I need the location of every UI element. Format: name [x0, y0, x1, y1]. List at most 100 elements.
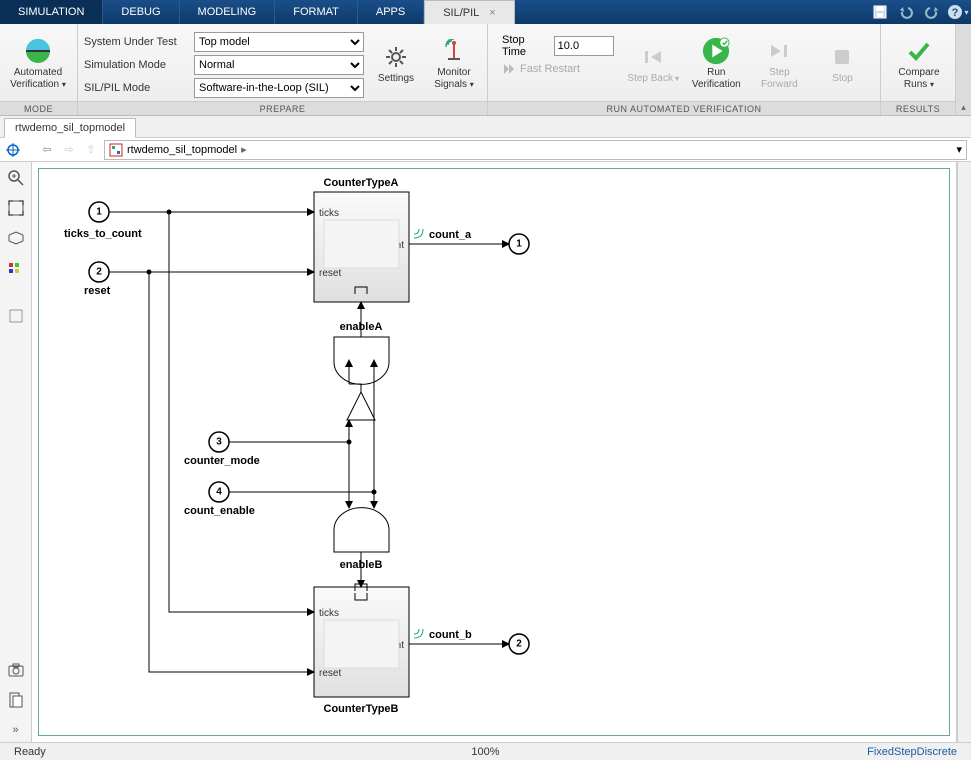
- svg-text:count_a: count_a: [429, 229, 472, 241]
- mode-group-label: MODE: [0, 101, 77, 115]
- inport-3[interactable]: 3 counter_mode: [184, 432, 260, 467]
- close-icon[interactable]: ×: [489, 7, 495, 19]
- antenna-icon: [440, 37, 468, 65]
- tab-apps[interactable]: APPS: [358, 0, 424, 24]
- toolstrip: AutomatedVerification ▾ MODE System Unde…: [0, 24, 971, 116]
- svg-text:CounterTypeB: CounterTypeB: [324, 703, 399, 715]
- main-area: » CounterTypeA ticks reset: [0, 162, 971, 742]
- report-icon[interactable]: [4, 688, 28, 712]
- simmode-label: Simulation Mode: [84, 59, 194, 71]
- svg-text:2: 2: [516, 639, 522, 650]
- block-not[interactable]: [347, 392, 375, 420]
- svg-text:count_b: count_b: [429, 629, 472, 641]
- monitor-signals-label: MonitorSignals ▾: [434, 67, 474, 91]
- nav-forward-icon[interactable]: ⇨: [60, 141, 78, 159]
- model-browser-icon[interactable]: [4, 141, 22, 159]
- status-zoom[interactable]: 100%: [463, 746, 507, 758]
- toolstrip-collapse[interactable]: ▴: [955, 24, 971, 115]
- block-counter-type-b[interactable]: CounterTypeB ticks reset count: [314, 584, 409, 715]
- breadcrumb-model: rtwdemo_sil_topmodel: [127, 144, 237, 156]
- stop-label: Stop: [832, 73, 853, 85]
- svg-text:count_enable: count_enable: [184, 505, 255, 517]
- fit-to-view-icon[interactable]: [4, 196, 28, 220]
- simmode-select[interactable]: Normal: [194, 55, 364, 75]
- block-counter-type-a[interactable]: CounterTypeA ticks reset count: [314, 177, 409, 302]
- silpil-label: SIL/PIL Mode: [84, 82, 194, 94]
- automated-verification-button[interactable]: AutomatedVerification ▾: [6, 28, 70, 100]
- run-verification-button[interactable]: RunVerification: [685, 28, 748, 100]
- step-forward-icon: [765, 37, 793, 65]
- breadcrumb-arrow-icon: [237, 143, 251, 156]
- model-tab[interactable]: rtwdemo_sil_topmodel: [4, 118, 136, 138]
- inport-4[interactable]: 4 count_enable: [184, 482, 255, 517]
- svg-text:reset: reset: [319, 668, 341, 679]
- outport-2[interactable]: 2: [509, 634, 529, 654]
- svg-text:reset: reset: [319, 268, 341, 279]
- annotation-icon[interactable]: [4, 304, 28, 328]
- signal-logging-icon-a: [414, 229, 423, 238]
- nav-up-icon[interactable]: ⇧: [82, 141, 100, 159]
- canvas[interactable]: CounterTypeA ticks reset count CounterTy…: [38, 168, 950, 736]
- tab-sil-pil[interactable]: SIL/PIL ×: [424, 0, 515, 24]
- tab-format[interactable]: FORMAT: [275, 0, 358, 24]
- inport-2[interactable]: 2 reset: [84, 262, 111, 297]
- screenshot-icon[interactable]: [4, 658, 28, 682]
- sample-time-icon[interactable]: [4, 256, 28, 280]
- tab-debug[interactable]: DEBUG: [103, 0, 179, 24]
- menubar: SIMULATION DEBUG MODELING FORMAT APPS SI…: [0, 0, 971, 24]
- fast-restart-button[interactable]: Fast Restart: [502, 62, 614, 76]
- ts-results-group: CompareRuns ▾ RESULTS: [881, 24, 955, 115]
- status-solver[interactable]: FixedStepDiscrete: [859, 746, 965, 758]
- help-icon[interactable]: ? ▾: [945, 0, 971, 24]
- svg-text:counter_mode: counter_mode: [184, 455, 260, 467]
- stop-button[interactable]: Stop: [811, 28, 874, 100]
- settings-button[interactable]: Settings: [372, 28, 420, 100]
- svg-text:ticks: ticks: [319, 208, 339, 219]
- canvas-wrap: CounterTypeA ticks reset count CounterTy…: [32, 162, 957, 742]
- silpil-select[interactable]: Software-in-the-Loop (SIL): [194, 78, 364, 98]
- palette: »: [0, 162, 32, 742]
- sut-select[interactable]: Top model: [194, 32, 364, 52]
- ts-prepare-group: System Under Test Top model Simulation M…: [78, 24, 488, 115]
- undo-icon[interactable]: [893, 0, 919, 24]
- ts-mode-group: AutomatedVerification ▾ MODE: [0, 24, 78, 115]
- expand-icon[interactable]: »: [4, 718, 28, 742]
- tab-sil-pil-label: SIL/PIL: [443, 7, 479, 19]
- step-forward-button[interactable]: StepForward: [748, 28, 811, 100]
- compare-runs-button[interactable]: CompareRuns ▾: [887, 28, 951, 100]
- outport-1[interactable]: 1: [509, 234, 529, 254]
- svg-text:CounterTypeA: CounterTypeA: [324, 177, 399, 189]
- vertical-scrollbar[interactable]: [957, 162, 971, 742]
- automated-verification-icon: [24, 37, 52, 65]
- stop-time-label: Stop Time: [502, 34, 550, 58]
- step-back-button[interactable]: Step Back: [622, 28, 685, 100]
- stop-time-input[interactable]: [554, 36, 614, 56]
- breadcrumb[interactable]: rtwdemo_sil_topmodel ▾: [104, 140, 967, 160]
- gear-icon: [382, 43, 410, 71]
- simulation-mode-row: Simulation Mode Normal: [84, 53, 364, 76]
- svg-text:ticks: ticks: [319, 608, 339, 619]
- step-back-label: Step Back: [627, 73, 679, 85]
- nav-back-icon[interactable]: ⇦: [38, 141, 56, 159]
- stop-icon: [828, 43, 856, 71]
- breadcrumb-dropdown-icon[interactable]: ▾: [956, 143, 962, 156]
- svg-text:3: 3: [216, 437, 222, 448]
- automated-verification-label: AutomatedVerification ▾: [10, 67, 66, 91]
- tab-simulation[interactable]: SIMULATION: [0, 0, 103, 24]
- run-group-label: RUN AUTOMATED VERIFICATION: [488, 101, 880, 115]
- svg-text:1: 1: [96, 207, 102, 218]
- inport-1[interactable]: 1 ticks_to_count: [64, 202, 142, 240]
- explorer-bar: ⇦ ⇨ ⇧ rtwdemo_sil_topmodel ▾: [0, 138, 971, 162]
- toggle-perspective-icon[interactable]: [4, 226, 28, 250]
- redo-icon[interactable]: [919, 0, 945, 24]
- save-icon[interactable]: [867, 0, 893, 24]
- zoom-tool-icon[interactable]: [4, 166, 28, 190]
- model-icon: [109, 143, 123, 157]
- system-under-test-row: System Under Test Top model: [84, 30, 364, 53]
- fast-restart-label: Fast Restart: [520, 63, 580, 75]
- tab-modeling[interactable]: MODELING: [180, 0, 276, 24]
- step-forward-label: StepForward: [761, 67, 798, 91]
- prepare-group-label: PREPARE: [78, 101, 487, 115]
- monitor-signals-button[interactable]: MonitorSignals ▾: [428, 28, 480, 100]
- model-tab-row: rtwdemo_sil_topmodel: [0, 116, 971, 138]
